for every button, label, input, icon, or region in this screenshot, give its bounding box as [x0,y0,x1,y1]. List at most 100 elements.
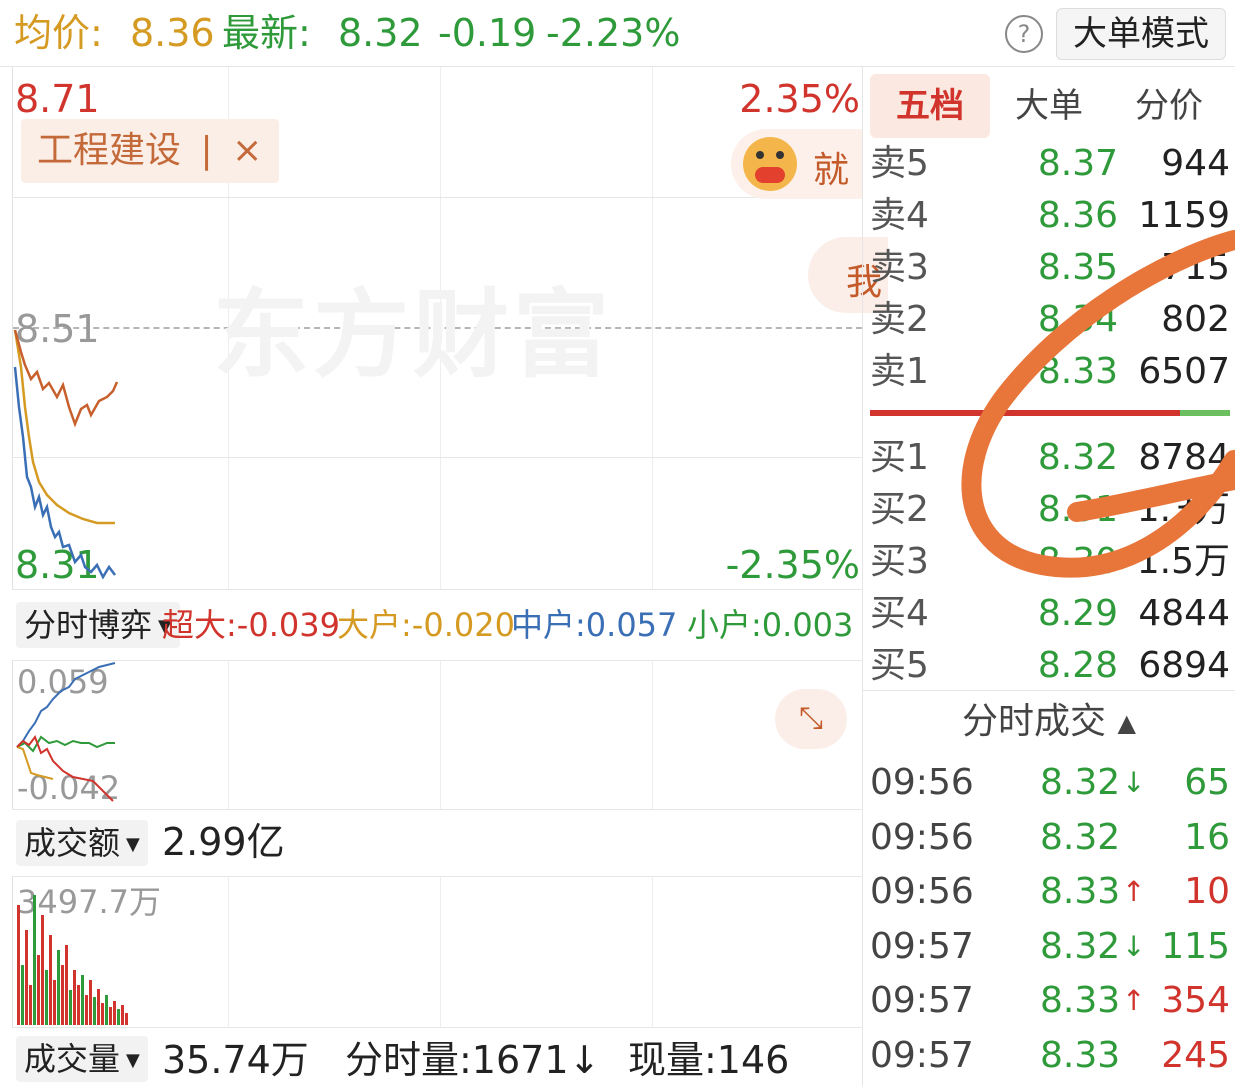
bid-level-label: 买2 [870,489,929,530]
bid-row[interactable]: 买1 8.32 8784 [870,432,1230,484]
current-volume: 现量:146 [628,1038,790,1082]
arrow-up-icon: ↑ [1122,875,1146,908]
ask-row[interactable]: 卖1 8.33 6507 [870,346,1230,398]
ask-row[interactable]: 卖4 8.36 1159 [870,190,1230,242]
trade-time: 09:56 [870,816,974,858]
turnover-bars [17,895,128,1025]
intraday-game-chart[interactable]: 0.059 -0.042 ⤡ [12,660,863,810]
intraday-game-dropdown[interactable]: 分时博弈 ▼ [16,602,180,648]
tab-level5[interactable]: 五档 [870,74,990,138]
tab-price-distribution[interactable]: 分价 [1108,74,1230,138]
volume-dropdown[interactable]: 成交量 ▼ [16,1036,148,1082]
large-flow: 大户:-0.020 [337,606,515,644]
turnover-bar [49,935,52,1025]
avg-price-line [13,329,115,525]
trade-volume: 10 [1184,871,1230,912]
turnover-bar [37,955,40,1025]
turnover-bar [101,1003,104,1025]
turnover-total: 2.99亿 [162,820,285,864]
trade-volume: 16 [1184,816,1230,858]
bid-level-label: 买1 [870,437,929,478]
medium-flow: 中户:0.057 [511,606,678,644]
quote-header: 均价: 8.36 最新: 8.32 -0.19 -2.23% ? 大单模式 [0,0,1235,67]
turnover-bar [65,945,68,1025]
bid-row[interactable]: 买3 8.30 1.5万 [870,536,1230,588]
trade-price: 8.32 [1040,762,1121,803]
bid-level-label: 买4 [870,593,929,634]
prev-trend-line [13,329,119,428]
bid-level-label: 买3 [870,541,929,582]
ask-row[interactable]: 卖3 8.35 715 [870,242,1230,294]
chevron-down-icon: ▼ [126,1050,140,1071]
ask-ratio-fill [870,410,1180,416]
bid-price: 8.28 [1037,645,1118,686]
arrow-up-icon: ↑ [1122,984,1146,1017]
expand-arrows-icon[interactable]: ⤡ [775,689,847,749]
bid-row[interactable]: 买5 8.28 6894 [870,640,1230,692]
price-lines [13,329,119,580]
ask-row[interactable]: 卖2 8.34 802 [870,294,1230,346]
turnover-bar [117,1009,120,1025]
bid-volume: 6894 [1138,645,1230,686]
trade-row: 09:57 8.33 245 [870,1029,1230,1083]
arrow-down-icon: ↓ [1122,766,1146,799]
chevron-up-icon: ▲ [1117,709,1136,737]
price-change: -0.19 [438,11,537,55]
small-line [16,735,115,753]
latest-price-label: 最新: [222,11,311,55]
turnover-bar [41,915,44,1025]
turnover-bar-chart[interactable]: 3497.7万 [12,876,863,1028]
turnover-bar [89,980,92,1025]
ask-price: 8.36 [1037,195,1118,236]
trade-price: 8.32 [1040,816,1121,858]
ask-price: 8.33 [1037,351,1118,392]
ask-volume: 6507 [1138,351,1230,392]
turnover-bar [73,970,76,1025]
price-line [13,366,116,580]
trade-price: 8.33 [1040,980,1121,1021]
big-order-mode-button[interactable]: 大单模式 [1056,8,1226,60]
tab-big-orders[interactable]: 大单 [990,74,1108,138]
question-circle-icon[interactable]: ? [1005,15,1043,53]
intraday-price-chart[interactable]: 东方财富 8.71 2.35% 8.51 8.31 -2.35% 工程建设 | … [12,67,888,590]
trade-volume: 115 [1161,925,1230,967]
trades-header[interactable]: 分时成交 ▲ [863,694,1235,751]
super-large-flow: 超大:-0.039 [162,606,340,644]
bid-price: 8.32 [1037,437,1118,478]
turnover-bar [57,950,60,1025]
ask-level-label: 卖2 [870,299,929,340]
turnover-bar [125,1013,128,1025]
bid-row[interactable]: 买4 8.29 4844 [870,588,1230,640]
ask-volume: 715 [1161,247,1230,288]
avg-price-value: 8.36 [130,11,215,55]
turnover-bar [29,985,32,1025]
turnover-bar [17,905,20,1025]
volume-dropdown-label: 成交量 [24,1040,121,1078]
ask-price: 8.35 [1037,247,1118,288]
turnover-dropdown[interactable]: 成交额 ▼ [16,820,148,866]
trade-time: 09:56 [870,762,974,803]
trade-row: 09:57 8.32 ↓ 115 [870,920,1230,974]
turnover-dropdown-label: 成交额 [24,824,121,862]
bid-volume: 1.3万 [1136,489,1230,530]
ask-row[interactable]: 卖5 8.37 944 [870,138,1230,190]
turnover-bar [69,990,72,1025]
ask-level-label: 卖3 [870,247,929,288]
bid-row[interactable]: 买2 8.31 1.3万 [870,484,1230,536]
turnover-bar [21,965,24,1025]
turnover-bar [93,997,96,1025]
trade-row: 09:56 8.32 16 [870,811,1230,865]
avg-price-label: 均价: [14,11,103,55]
intraday-game-dropdown-label: 分时博弈 [24,606,153,644]
ask-volume: 802 [1161,299,1230,340]
trade-time: 09:57 [870,980,974,1021]
arrow-down-icon: ↓ [1122,929,1146,963]
turnover-bar [109,1007,112,1025]
trade-row: 09:56 8.32 ↓ 65 [870,756,1230,810]
bid-volume: 8784 [1138,437,1230,478]
turnover-bar [81,975,84,1025]
trade-volume: 245 [1161,1034,1230,1076]
trade-price: 8.33 [1040,1034,1121,1076]
turnover-bar [85,995,88,1025]
latest-price-value: 8.32 [338,11,423,55]
